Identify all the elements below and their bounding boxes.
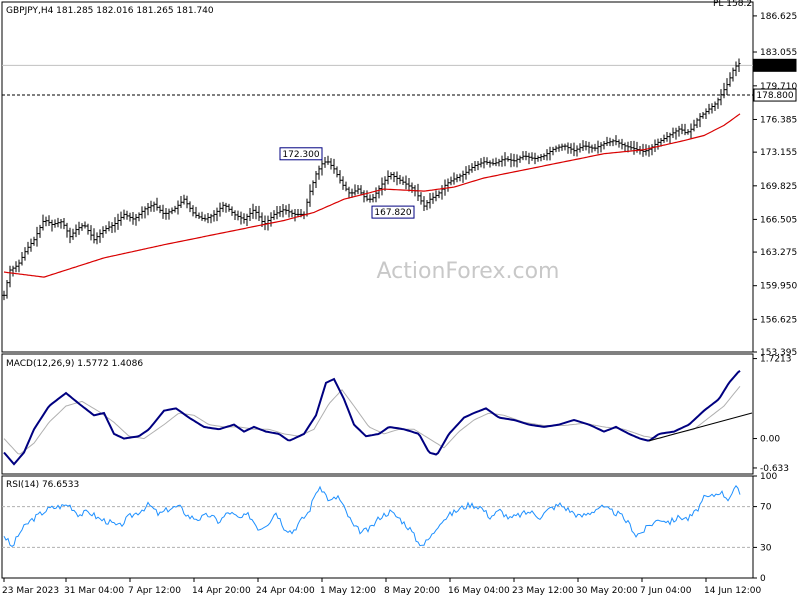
time-tick-label: 7 Apr 12:00 xyxy=(128,586,181,596)
time-tick-label: 16 May 04:00 xyxy=(448,586,510,596)
price-tick-label: 176.385 xyxy=(760,115,797,125)
svg-text:167.820: 167.820 xyxy=(374,208,411,218)
rsi-tick-label: 30 xyxy=(760,543,772,553)
time-tick-label: 31 Mar 04:00 xyxy=(64,586,124,596)
top-right-label: PL 158.2 xyxy=(713,0,752,9)
svg-text:181.740: 181.740 xyxy=(756,61,793,71)
price-label-172300: 172.300 xyxy=(279,147,323,161)
current-price-box: 181.740 xyxy=(753,58,797,72)
rsi-tick-label: 70 xyxy=(760,503,772,513)
rsi-panel: RSI(14) 76.6533 100 70 30 0 xyxy=(1,472,777,584)
time-tick-label: 24 Apr 04:00 xyxy=(256,586,315,596)
time-tick-label: 23 Mar 2023 xyxy=(2,586,59,596)
rsi-title: RSI(14) 76.6533 xyxy=(6,480,79,490)
time-tick-label: 8 May 20:00 xyxy=(384,586,440,596)
time-tick-label: 1 May 12:00 xyxy=(320,586,376,596)
chart-canvas: ActionForex.com GBPJPY,H4 181.285 182.01… xyxy=(0,0,800,600)
time-tick-label: 23 May 12:00 xyxy=(512,586,574,596)
price-tick-label: 159.950 xyxy=(760,282,797,292)
watermark: ActionForex.com xyxy=(377,259,560,284)
time-tick-label: 7 Jun 04:00 xyxy=(640,586,692,596)
svg-text:172.300: 172.300 xyxy=(282,150,319,160)
level-price-box: 178.800 xyxy=(753,88,797,102)
price-panel: ActionForex.com GBPJPY,H4 181.285 182.01… xyxy=(1,0,797,358)
macd-tick-label: 1.7213 xyxy=(760,355,792,365)
price-tick-label: 169.825 xyxy=(760,182,797,192)
price-chart-title: GBPJPY,H4 181.285 182.016 181.265 181.74… xyxy=(6,6,214,16)
time-tick-label: 30 May 20:00 xyxy=(576,586,638,596)
macd-tick-label: 0.00 xyxy=(760,435,780,445)
svg-text:178.800: 178.800 xyxy=(756,91,793,101)
time-tick-label: 14 Jun 12:00 xyxy=(704,586,761,596)
price-tick-label: 183.055 xyxy=(760,48,797,58)
price-tick-label: 186.625 xyxy=(760,12,797,22)
price-label-167820: 167.820 xyxy=(371,205,415,219)
price-tick-label: 173.155 xyxy=(760,148,797,158)
time-tick-label: 14 Apr 20:00 xyxy=(192,586,251,596)
price-tick-label: 163.275 xyxy=(760,248,797,258)
price-tick-label: 166.505 xyxy=(760,215,797,225)
macd-panel: MACD(12,26,9) 1.5772 1.4086 1.72130.00-0… xyxy=(1,353,792,475)
price-tick-label: 156.625 xyxy=(760,315,797,325)
rsi-tick-label: 0 xyxy=(760,574,766,584)
rsi-tick-label: 100 xyxy=(760,472,777,482)
macd-title: MACD(12,26,9) 1.5772 1.4086 xyxy=(6,359,143,369)
